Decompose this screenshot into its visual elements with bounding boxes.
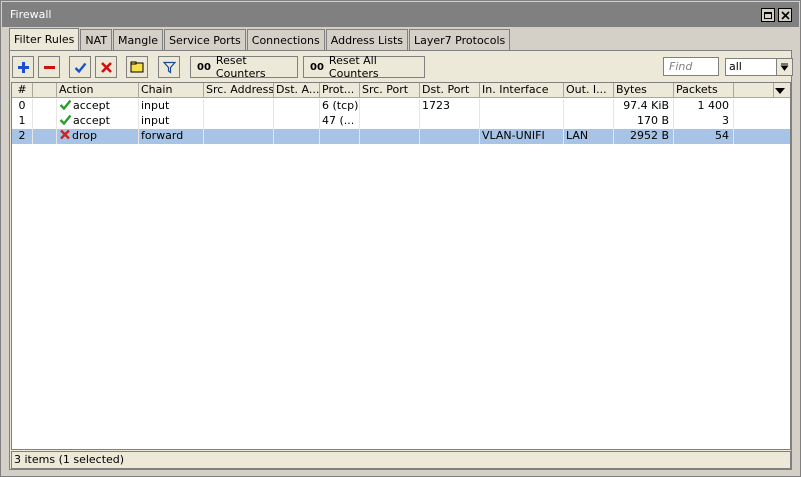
col-src-port[interactable]: Src. Port xyxy=(360,83,420,98)
tab-service-ports[interactable]: Service Ports xyxy=(164,29,246,50)
tab-nat[interactable]: NAT xyxy=(80,29,113,50)
tab-bar: Filter Rules NAT Mangle Service Ports Co… xyxy=(9,28,511,50)
filter-icon xyxy=(162,61,176,74)
add-button[interactable] xyxy=(12,56,34,78)
col-spare xyxy=(734,83,774,98)
enable-button[interactable] xyxy=(69,56,91,78)
check-icon xyxy=(59,114,72,126)
counter-icon: 00 xyxy=(197,61,211,73)
remove-button[interactable] xyxy=(38,56,60,78)
note-icon xyxy=(130,61,144,73)
table-header: # Action Chain Src. Address Dst. A... Pr… xyxy=(12,83,790,98)
col-src-address[interactable]: Src. Address xyxy=(204,83,274,98)
minus-icon xyxy=(43,65,55,69)
table-row[interactable]: 0 accept input 6 (tcp) 1723 97.4 KiB 1 4… xyxy=(12,99,790,114)
comment-button[interactable] xyxy=(126,56,148,78)
col-dst-address[interactable]: Dst. A... xyxy=(274,83,320,98)
tab-address-lists[interactable]: Address Lists xyxy=(325,29,409,50)
tab-connections[interactable]: Connections xyxy=(246,29,325,50)
col-dst-port[interactable]: Dst. Port xyxy=(420,83,480,98)
restore-button[interactable] xyxy=(761,8,775,22)
col-bytes[interactable]: Bytes xyxy=(614,83,674,98)
x-icon xyxy=(60,129,70,140)
x-icon xyxy=(100,61,112,73)
col-packets[interactable]: Packets xyxy=(674,83,734,98)
firewall-window: Firewall Filter Rules NAT Mangle Service… xyxy=(0,0,801,477)
col-chain[interactable]: Chain xyxy=(139,83,204,98)
tab-filter-rules[interactable]: Filter Rules xyxy=(9,28,80,50)
col-in-interface[interactable]: In. Interface xyxy=(480,83,564,98)
col-flag[interactable] xyxy=(33,83,57,98)
filter-select[interactable]: all xyxy=(725,58,793,76)
titlebar[interactable]: Firewall xyxy=(2,2,799,27)
check-icon xyxy=(59,99,72,111)
find-input[interactable]: Find xyxy=(663,57,719,76)
disable-button[interactable] xyxy=(95,56,117,78)
col-action[interactable]: Action xyxy=(57,83,139,98)
restore-icon xyxy=(764,11,772,19)
close-icon xyxy=(780,10,790,20)
filter-button[interactable] xyxy=(158,56,180,78)
rules-table: # Action Chain Src. Address Dst. A... Pr… xyxy=(11,82,791,450)
col-number[interactable]: # xyxy=(12,83,33,98)
table-row[interactable]: 2 drop forward VLAN-UNIFI LAN 2952 B 54 xyxy=(12,129,790,144)
col-out-interface[interactable]: Out. I... xyxy=(564,83,614,98)
status-bar: 3 items (1 selected) xyxy=(11,451,791,469)
tab-layer7-protocols[interactable]: Layer7 Protocols xyxy=(409,29,511,50)
plus-icon xyxy=(17,61,29,73)
columns-menu-icon[interactable] xyxy=(774,85,786,97)
reset-counters-button[interactable]: 00 Reset Counters xyxy=(190,54,298,80)
reset-all-counters-button[interactable]: 00 Reset All Counters xyxy=(303,54,425,80)
table-row[interactable]: 1 accept input 47 (... 170 B 3 xyxy=(12,114,790,129)
window-title: Firewall xyxy=(10,8,52,21)
close-button[interactable] xyxy=(778,8,792,22)
chevron-down-icon[interactable] xyxy=(776,59,792,75)
filter-select-value: all xyxy=(729,60,742,73)
col-protocol[interactable]: Prot... xyxy=(320,83,360,98)
filter-rules-panel: 00 Reset Counters 00 Reset All Counters … xyxy=(9,50,793,470)
toolbar: 00 Reset Counters 00 Reset All Counters … xyxy=(12,54,793,80)
tab-mangle[interactable]: Mangle xyxy=(113,29,164,50)
counter-icon: 00 xyxy=(310,61,324,73)
check-icon xyxy=(74,62,86,73)
